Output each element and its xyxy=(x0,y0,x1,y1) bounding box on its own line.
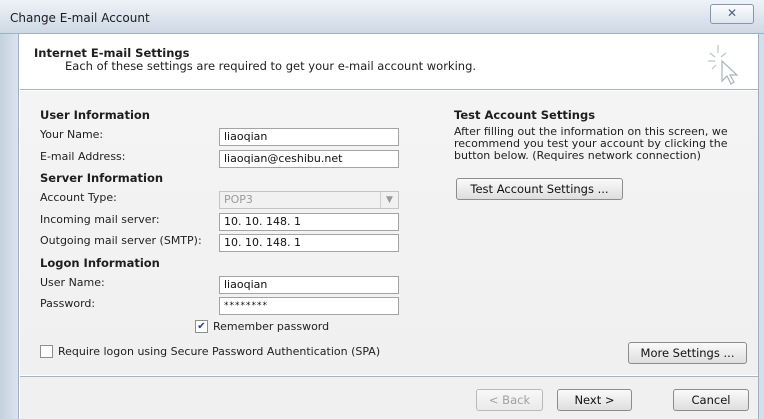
email-address-field[interactable]: liaoqian@ceshibu.net xyxy=(219,150,399,168)
window-frame-left xyxy=(0,34,19,419)
wizard-footer: < Back Next > Cancel xyxy=(20,376,758,419)
title-bar: Change E-mail Account ✕ xyxy=(0,0,764,34)
outgoing-server-field[interactable]: 10. 10. 148. 1 xyxy=(219,234,399,252)
cancel-button[interactable]: Cancel xyxy=(673,389,749,411)
incoming-server-field[interactable]: 10. 10. 148. 1 xyxy=(219,213,399,231)
account-type-value: POP3 xyxy=(224,193,253,206)
more-settings-button[interactable]: More Settings ... xyxy=(628,342,747,364)
logon-info-heading: Logon Information xyxy=(40,256,160,270)
account-type-select: POP3 ▼ xyxy=(219,191,399,209)
email-address-label: E-mail Address: xyxy=(40,150,126,163)
password-field[interactable]: ******** xyxy=(219,297,399,315)
your-name-label: Your Name: xyxy=(40,128,104,141)
settings-panel: User Information Your Name: liaoqian E-m… xyxy=(20,91,758,375)
user-name-field[interactable]: liaoqian xyxy=(219,276,399,294)
incoming-server-label: Incoming mail server: xyxy=(40,213,160,226)
next-button[interactable]: Next > xyxy=(557,389,632,411)
spa-label: Require logon using Secure Password Auth… xyxy=(58,345,381,358)
test-settings-heading: Test Account Settings xyxy=(454,108,596,122)
user-info-heading: User Information xyxy=(40,108,150,122)
checkmark-icon: ✔ xyxy=(197,321,206,332)
test-account-settings-button[interactable]: Test Account Settings ... xyxy=(456,178,623,200)
remember-password-label: Remember password xyxy=(213,320,330,333)
close-icon: ✕ xyxy=(726,6,738,20)
user-name-label: User Name: xyxy=(40,276,105,289)
dropdown-arrow-icon: ▼ xyxy=(380,192,398,208)
your-name-field[interactable]: liaoqian xyxy=(219,128,399,146)
remember-password-checkbox[interactable]: ✔ xyxy=(195,320,208,333)
window-frame-right xyxy=(758,34,764,419)
outgoing-server-label: Outgoing mail server (SMTP): xyxy=(40,234,202,247)
account-type-label: Account Type: xyxy=(40,191,117,204)
test-settings-description: After filling out the information on thi… xyxy=(454,125,728,162)
header-title: Internet E-mail Settings xyxy=(34,46,190,60)
spa-checkbox[interactable] xyxy=(40,345,53,358)
server-info-heading: Server Information xyxy=(40,171,164,185)
wizard-cursor-icon xyxy=(708,45,739,85)
back-button[interactable]: < Back xyxy=(476,389,543,411)
password-label: Password: xyxy=(40,297,96,310)
window-title: Change E-mail Account xyxy=(10,11,150,25)
header-subtitle: Each of these settings are required to g… xyxy=(65,59,477,73)
wizard-header: Internet E-mail Settings Each of these s… xyxy=(20,35,758,90)
close-button[interactable]: ✕ xyxy=(710,4,754,24)
